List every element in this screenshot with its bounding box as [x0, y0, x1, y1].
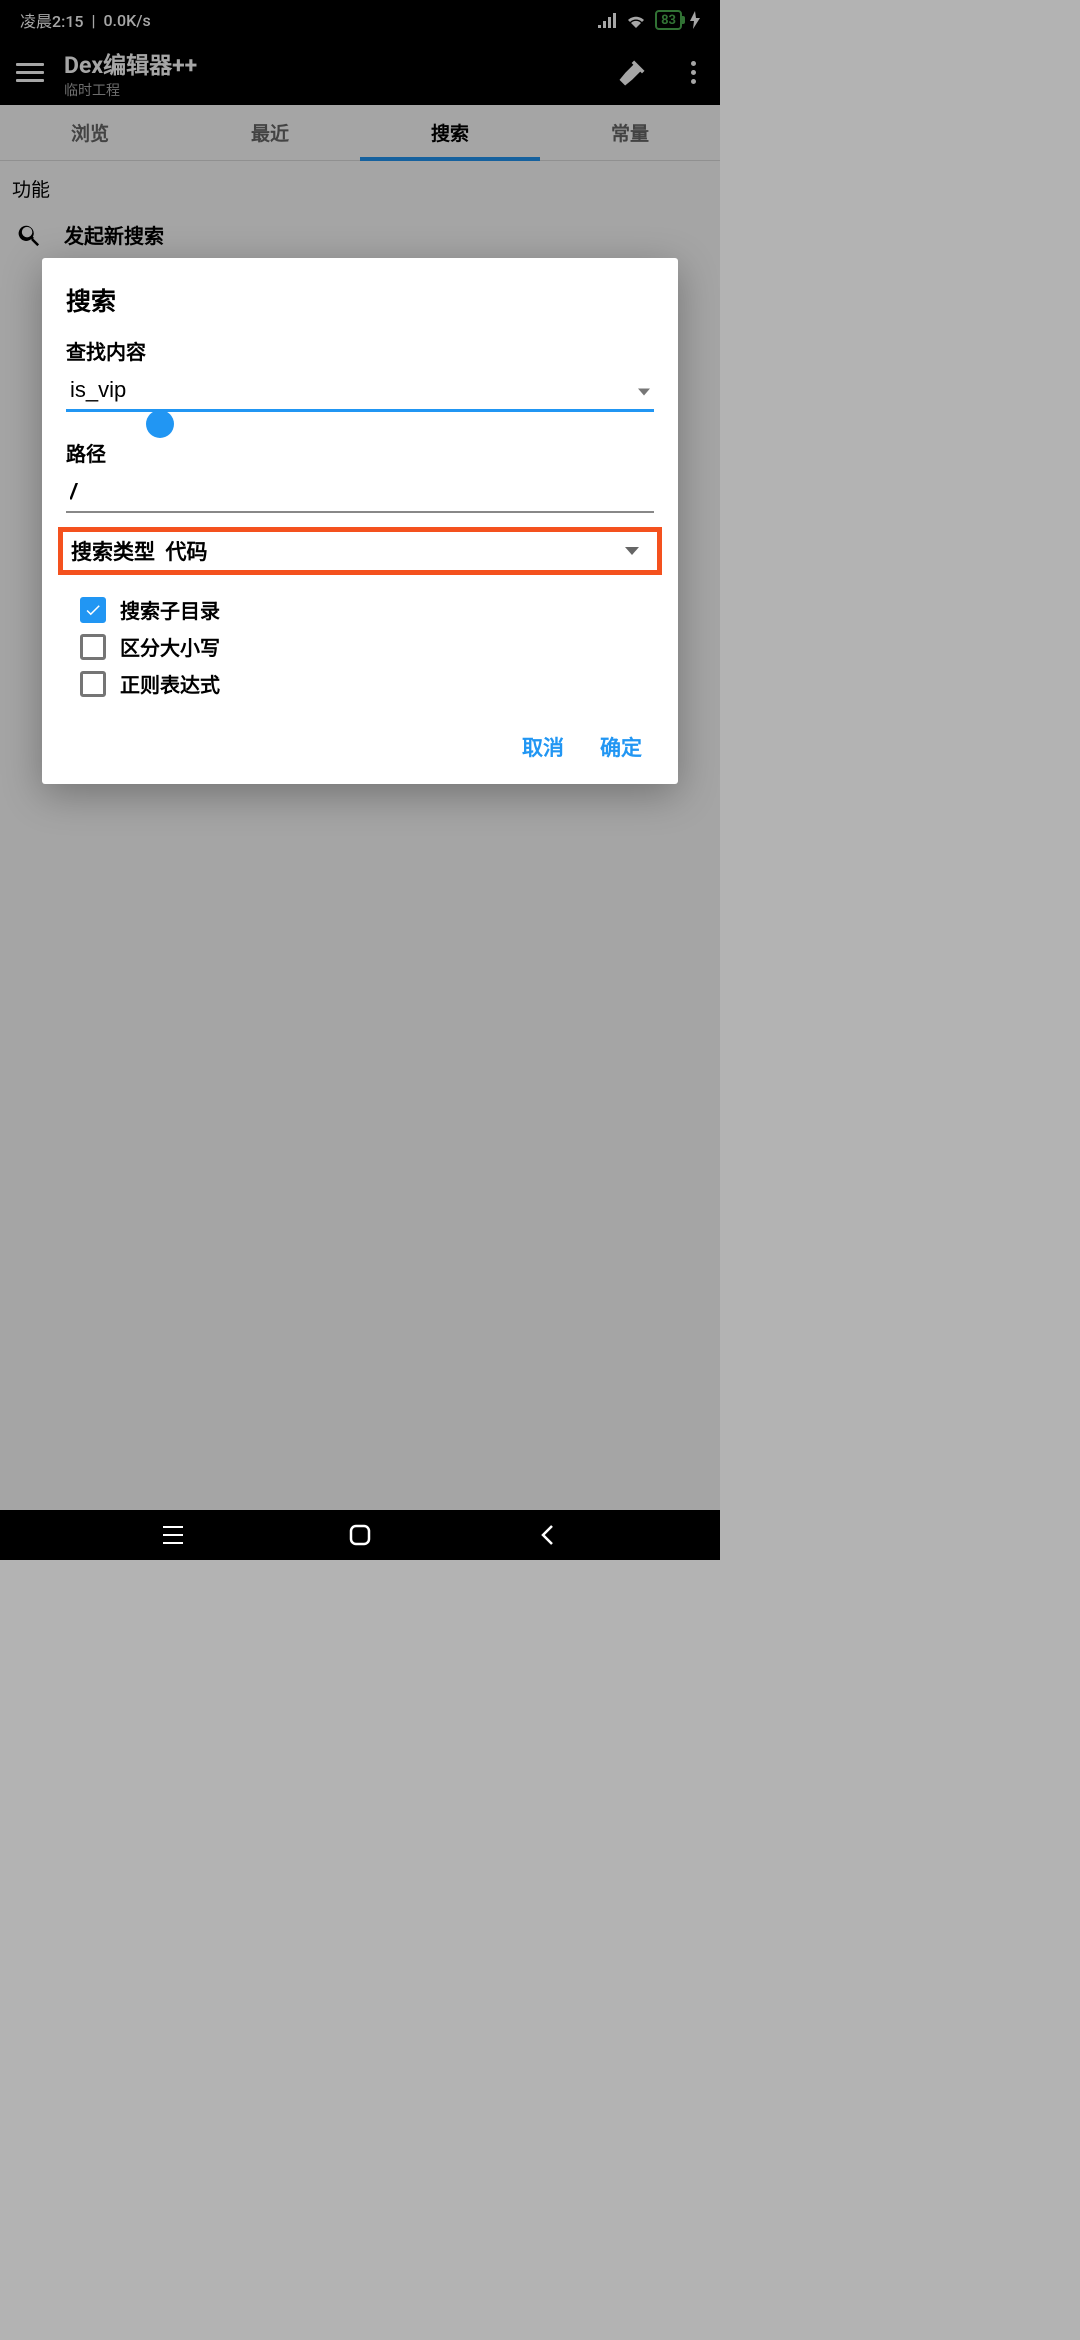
text-cursor-handle[interactable]	[146, 410, 174, 438]
checkbox-subdirs[interactable]	[80, 597, 106, 623]
checkbox-label: 正则表达式	[120, 669, 220, 698]
system-nav-bar	[0, 1510, 720, 1560]
home-button[interactable]	[347, 1522, 373, 1548]
checkbox-row-regex[interactable]: 正则表达式	[80, 665, 654, 702]
path-label: 路径	[66, 438, 654, 467]
confirm-button[interactable]: 确定	[600, 732, 642, 762]
search-type-dropdown[interactable]: 搜索类型 代码	[58, 527, 662, 575]
checkbox-label: 区分大小写	[120, 632, 220, 661]
find-label: 查找内容	[66, 336, 654, 365]
checkbox-row-subdirs[interactable]: 搜索子目录	[80, 591, 654, 628]
checkbox-regex[interactable]	[80, 671, 106, 697]
find-input[interactable]	[66, 371, 654, 412]
recent-apps-button[interactable]	[160, 1522, 186, 1548]
checkbox-group: 搜索子目录 区分大小写 正则表达式	[42, 575, 678, 710]
search-dialog: 搜索 查找内容 路径 搜索类型 代码 搜索子目录 区分大小写	[42, 258, 678, 784]
checkbox-label: 搜索子目录	[120, 595, 220, 624]
chevron-down-icon[interactable]	[638, 388, 650, 395]
checkbox-row-case[interactable]: 区分大小写	[80, 628, 654, 665]
search-type-label: 搜索类型 代码	[71, 536, 207, 566]
dialog-title: 搜索	[42, 282, 678, 336]
checkbox-case[interactable]	[80, 634, 106, 660]
cancel-button[interactable]: 取消	[522, 732, 564, 762]
back-button[interactable]	[534, 1522, 560, 1548]
chevron-down-icon	[625, 547, 639, 555]
path-input[interactable]	[66, 473, 654, 513]
